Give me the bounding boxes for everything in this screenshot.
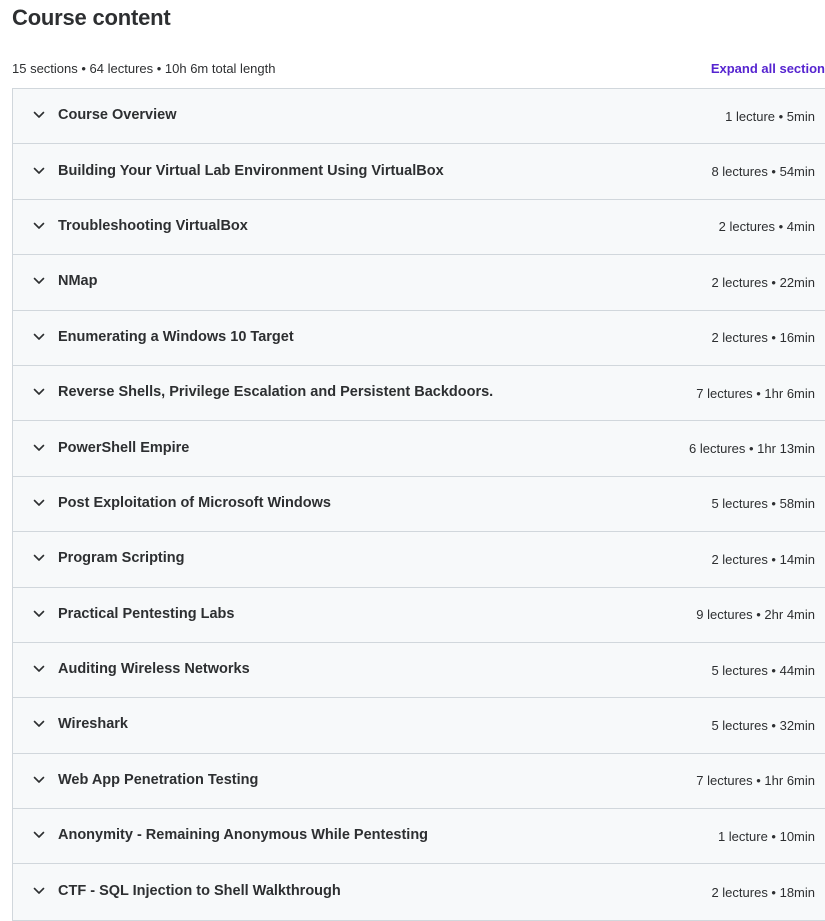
section-title: Auditing Wireless Networks	[58, 661, 250, 678]
chevron-down-icon[interactable]	[33, 552, 45, 564]
section-title: Web App Penetration Testing	[58, 771, 259, 788]
section-title: Course Overview	[58, 107, 177, 124]
course-summary-row: 15 sections • 64 lectures • 10h 6m total…	[12, 58, 825, 78]
course-summary: 15 sections • 64 lectures • 10h 6m total…	[12, 60, 276, 76]
section-title: Enumerating a Windows 10 Target	[58, 328, 294, 345]
chevron-down-icon[interactable]	[33, 165, 45, 177]
section-lecture-count: 1 lecture • 10min	[717, 828, 815, 844]
section-lecture-count: 7 lectures • 1hr 6min	[696, 773, 815, 789]
section-lecture-count: 2 lectures • 4min	[718, 219, 815, 235]
section-title: PowerShell Empire	[58, 439, 190, 456]
section-title: Wireshark	[58, 716, 128, 733]
section-header[interactable]: Troubleshooting VirtualBox 2 lectures • 4…	[13, 199, 825, 256]
section-lecture-count: 5 lectures • 44min	[711, 662, 815, 678]
chevron-down-icon[interactable]	[33, 885, 45, 897]
section-lecture-count: 2 lectures • 14min	[711, 551, 815, 567]
section-header[interactable]: Enumerating a Windows 10 Target 2 lecture…	[13, 310, 825, 366]
section-title: CTF - SQL Injection to Shell Walkthrough	[58, 883, 341, 900]
section-lecture-count: 9 lectures • 2hr 4min	[696, 607, 815, 623]
chevron-down-icon[interactable]	[33, 774, 45, 786]
section-header[interactable]: Program Scripting 2 lectures • 14min	[13, 532, 825, 588]
chevron-down-icon[interactable]	[33, 829, 45, 841]
expand-all-sections-button[interactable]: Expand all section	[711, 61, 825, 76]
chevron-down-icon[interactable]	[33, 497, 45, 509]
section-title: Troubleshooting VirtualBox	[58, 217, 248, 234]
section-header[interactable]: Web App Penetration Testing 7 lectures • …	[13, 753, 825, 810]
chevron-down-icon[interactable]	[33, 718, 45, 730]
section-lecture-count: 6 lectures • 1hr 13min	[689, 441, 815, 457]
section-title: Building Your Virtual Lab Environment Us…	[58, 162, 444, 179]
chevron-down-icon[interactable]	[33, 386, 45, 398]
section-lecture-count: 1 lecture • 5min	[725, 108, 815, 124]
section-title: Program Scripting	[58, 550, 185, 567]
chevron-down-icon[interactable]	[33, 442, 45, 454]
section-title: Practical Pentesting Labs	[58, 605, 235, 622]
section-header[interactable]: Reverse Shells, Privilege Escalation and…	[13, 365, 825, 422]
chevron-down-icon[interactable]	[33, 109, 45, 121]
page-title: Course content	[12, 5, 171, 30]
section-header[interactable]: NMap 2 lectures • 22min	[13, 255, 825, 311]
section-header[interactable]: Auditing Wireless Networks 5 lectures • 4…	[13, 642, 825, 699]
section-header[interactable]: Course Overview 1 lecture • 5min	[13, 89, 825, 145]
section-title: Post Exploitation of Microsoft Windows	[58, 494, 331, 511]
section-title: NMap	[58, 273, 98, 290]
section-lecture-count: 5 lectures • 58min	[711, 496, 815, 512]
section-list: Course Overview 1 lecture • 5min Building …	[12, 88, 825, 921]
section-header[interactable]: Anonymity - Remaining Anonymous While Pe…	[13, 809, 825, 865]
chevron-down-icon[interactable]	[33, 275, 45, 287]
section-header[interactable]: Building Your Virtual Lab Environment Us…	[13, 144, 825, 200]
section-lecture-count: 2 lectures • 18min	[711, 884, 815, 900]
section-lecture-count: 5 lectures • 32min	[711, 717, 815, 733]
section-lecture-count: 7 lectures • 1hr 6min	[696, 385, 815, 401]
section-lecture-count: 2 lectures • 16min	[711, 330, 815, 346]
section-title: Anonymity - Remaining Anonymous While Pe…	[58, 827, 429, 844]
section-lecture-count: 2 lectures • 22min	[711, 274, 815, 290]
section-header[interactable]: Wireshark 5 lectures • 32min	[13, 698, 825, 754]
section-header[interactable]: Post Exploitation of Microsoft Windows 5 …	[13, 476, 825, 533]
chevron-down-icon[interactable]	[33, 331, 45, 343]
section-header[interactable]: PowerShell Empire 6 lectures • 1hr 13min	[13, 421, 825, 477]
chevron-down-icon[interactable]	[33, 220, 45, 232]
section-title: Reverse Shells, Privilege Escalation and…	[58, 384, 494, 401]
chevron-down-icon[interactable]	[33, 663, 45, 675]
section-header[interactable]: Practical Pentesting Labs 9 lectures • 2h…	[13, 587, 825, 643]
section-lecture-count: 8 lectures • 54min	[711, 164, 815, 180]
chevron-down-icon[interactable]	[33, 608, 45, 620]
section-header[interactable]: CTF - SQL Injection to Shell Walkthrough…	[13, 864, 825, 920]
